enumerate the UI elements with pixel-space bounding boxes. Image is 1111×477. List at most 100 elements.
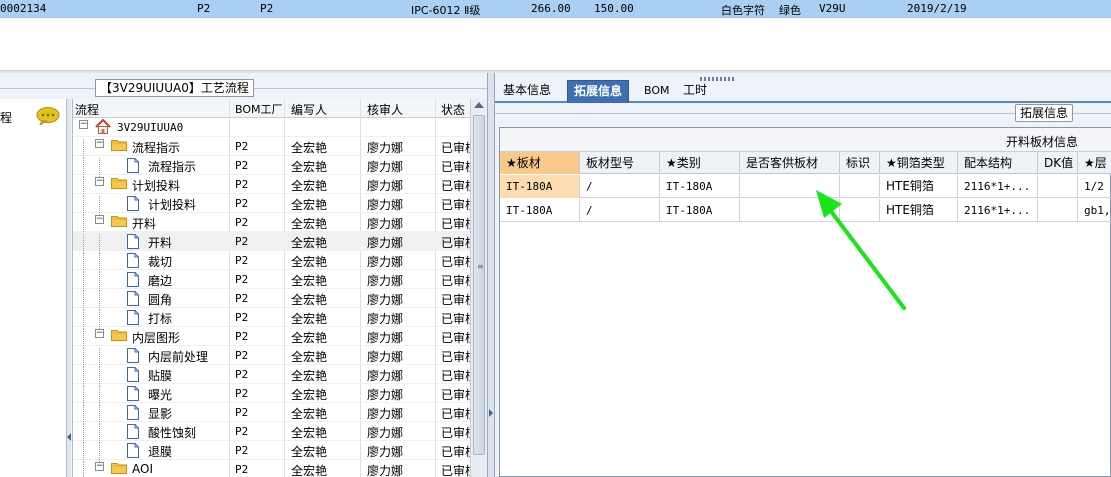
- table-cell[interactable]: [840, 175, 880, 198]
- process-tree-grid[interactable]: 流程 BOM工厂 编写人 核审人 状态 − 3V29UIUUA0 − 流程指示 P2…: [72, 99, 470, 477]
- collapse-toggle-icon[interactable]: −: [95, 177, 104, 186]
- record-field-1: P2: [197, 2, 211, 15]
- column-header[interactable]: ★铜箔类型: [880, 152, 958, 174]
- column-header[interactable]: 标识: [840, 152, 880, 174]
- header-reviewer[interactable]: 核审人: [367, 101, 403, 118]
- selected-record-row[interactable]: 0002134 P2 P2 IPC-6012 Ⅱ级 266.00 150.00 …: [0, 0, 1111, 18]
- table-cell[interactable]: [740, 175, 840, 198]
- tree-row[interactable]: 裁切 P2 全宏艳 廖力娜 已审核: [73, 251, 470, 272]
- table-cell[interactable]: IT-180A: [500, 175, 580, 198]
- tree-item-reviewer: 廖力娜: [367, 236, 404, 250]
- tree-row[interactable]: − 内层图形 P2 全宏艳 廖力娜 已审核: [73, 327, 470, 348]
- tree-row[interactable]: 圆角 P2 全宏艳 廖力娜 已审核: [73, 289, 470, 310]
- column-header[interactable]: ★层: [1078, 152, 1111, 174]
- collapse-toggle-icon[interactable]: −: [95, 462, 104, 471]
- tree-item-author: 全宏艳: [291, 293, 328, 307]
- tree-item-reviewer: 廖力娜: [367, 312, 404, 326]
- table-row[interactable]: IT-180A / IT-180A HTE铜箔 2116*1+... gb1,: [500, 199, 1111, 222]
- tree-row[interactable]: − 计划投料 P2 全宏艳 廖力娜 已审核: [73, 175, 470, 196]
- tree-row[interactable]: 开料 P2 全宏艳 廖力娜 已审核: [73, 232, 470, 253]
- column-header[interactable]: ★类别: [660, 152, 740, 174]
- tree-item-bom: P2: [235, 311, 249, 324]
- table-cell[interactable]: 2116*1+...: [958, 199, 1038, 222]
- cutting-material-table: 开料板材信息 ★板材 板材型号 ★类别 是否客供板材 标识 ★铜箔类型 配本结构 DK值 ★层 …: [499, 127, 1111, 477]
- tree-row[interactable]: − AOI P2 全宏艳 廖力娜 已审核: [73, 460, 470, 477]
- collapse-toggle-icon[interactable]: −: [95, 139, 104, 148]
- tree-row[interactable]: 计划投料 P2 全宏艳 廖力娜 已审核: [73, 194, 470, 215]
- tree-item-author: 全宏艳: [291, 464, 328, 477]
- collapse-toggle-icon[interactable]: −: [79, 120, 88, 129]
- tree-root-row[interactable]: − 3V29UIUUA0: [73, 118, 470, 137]
- tree-row[interactable]: 打标 P2 全宏艳 廖力娜 已审核: [73, 308, 470, 329]
- table-cell[interactable]: [740, 199, 840, 222]
- header-status[interactable]: 状态: [441, 101, 465, 118]
- header-flow[interactable]: 流程: [75, 101, 99, 118]
- tree-row[interactable]: 显影 P2 全宏艳 廖力娜 已审核: [73, 403, 470, 424]
- tree-row[interactable]: 内层前处理 P2 全宏艳 廖力娜 已审核: [73, 346, 470, 367]
- table-cell[interactable]: IT-180A: [660, 175, 740, 198]
- side-list[interactable]: 程: [0, 99, 67, 477]
- tree-item-reviewer: 廖力娜: [367, 255, 404, 269]
- table-cell[interactable]: gb1,: [1078, 199, 1111, 222]
- tree-item-bom: P2: [235, 406, 249, 419]
- collapse-left-icon[interactable]: [67, 433, 71, 441]
- tree-row[interactable]: − 流程指示 P2 全宏艳 廖力娜 已审核: [73, 137, 470, 158]
- header-author[interactable]: 编写人: [291, 101, 327, 118]
- tree-item-label: 内层前处理: [148, 350, 209, 364]
- record-value-2: 150.00: [594, 2, 634, 15]
- tree-row[interactable]: 酸性蚀刻 P2 全宏艳 廖力娜 已审核: [73, 422, 470, 443]
- document-icon: [127, 310, 139, 325]
- tree-item-status: 已审核: [441, 426, 470, 440]
- column-header[interactable]: 板材型号: [580, 152, 660, 174]
- collapse-right-icon[interactable]: [489, 409, 493, 417]
- tree-item-author: 全宏艳: [291, 179, 328, 193]
- table-cell[interactable]: /: [580, 199, 660, 222]
- panel-splitter[interactable]: [487, 73, 495, 477]
- table-cell[interactable]: 2116*1+...: [958, 175, 1038, 198]
- column-header[interactable]: ★板材: [500, 152, 580, 174]
- tree-vertical-scrollbar[interactable]: ≡: [470, 99, 487, 477]
- column-header[interactable]: 配本结构: [958, 152, 1038, 174]
- column-header[interactable]: 是否客供板材: [740, 152, 840, 174]
- tree-item-label: 打标: [148, 312, 173, 326]
- tab-bom[interactable]: BOM: [638, 80, 676, 103]
- scroll-up-icon[interactable]: [474, 102, 484, 108]
- tree-row[interactable]: 曝光 P2 全宏艳 廖力娜 已审核: [73, 384, 470, 405]
- collapse-toggle-icon[interactable]: −: [95, 329, 104, 338]
- tree-item-author: 全宏艳: [291, 141, 328, 155]
- tree-item-status: 已审核: [441, 293, 470, 307]
- tree-item-bom: P2: [235, 425, 249, 438]
- header-bom[interactable]: BOM工厂: [235, 101, 283, 117]
- table-cell[interactable]: [840, 199, 880, 222]
- table-cell[interactable]: [1038, 175, 1078, 198]
- table-cell[interactable]: IT-180A: [500, 199, 580, 222]
- tab-extended-info[interactable]: 拓展信息: [567, 80, 630, 103]
- tree-item-reviewer: 廖力娜: [367, 350, 404, 364]
- tree-row[interactable]: 贴膜 P2 全宏艳 廖力娜 已审核: [73, 365, 470, 386]
- table-cell[interactable]: [1038, 199, 1078, 222]
- tree-row[interactable]: 磨边 P2 全宏艳 廖力娜 已审核: [73, 270, 470, 291]
- comment-bubble-icon[interactable]: [36, 107, 60, 125]
- tree-item-label: 退膜: [148, 445, 173, 459]
- tree-item-bom: P2: [235, 140, 249, 153]
- table-cell[interactable]: HTE铜箔: [880, 199, 958, 222]
- collapse-toggle-icon[interactable]: −: [95, 215, 104, 224]
- tree-row[interactable]: − 开料 P2 全宏艳 廖力娜 已审核: [73, 213, 470, 234]
- tree-row[interactable]: 退膜 P2 全宏艳 廖力娜 已审核: [73, 441, 470, 462]
- tree-item-reviewer: 廖力娜: [367, 160, 404, 174]
- table-cell[interactable]: 1/2: [1078, 175, 1111, 198]
- tree-item-author: 全宏艳: [291, 369, 328, 383]
- table-cell[interactable]: HTE铜箔: [880, 175, 958, 198]
- column-header[interactable]: DK值: [1038, 152, 1078, 174]
- table-row[interactable]: IT-180A / IT-180A HTE铜箔 2116*1+... 1/2: [500, 175, 1111, 198]
- tree-row[interactable]: 流程指示 P2 全宏艳 廖力娜 已审核: [73, 156, 470, 177]
- table-cell[interactable]: IT-180A: [660, 199, 740, 222]
- tree-item-bom: P2: [235, 216, 249, 229]
- folder-icon: [111, 329, 127, 341]
- scrollbar-thumb[interactable]: ≡: [473, 115, 485, 455]
- folder-icon: [111, 462, 127, 474]
- tab-basic-info[interactable]: 基本信息: [497, 80, 557, 103]
- table-cell[interactable]: /: [580, 175, 660, 198]
- side-list-splitter[interactable]: [67, 99, 71, 477]
- tab-work-hours[interactable]: 工时: [677, 80, 713, 103]
